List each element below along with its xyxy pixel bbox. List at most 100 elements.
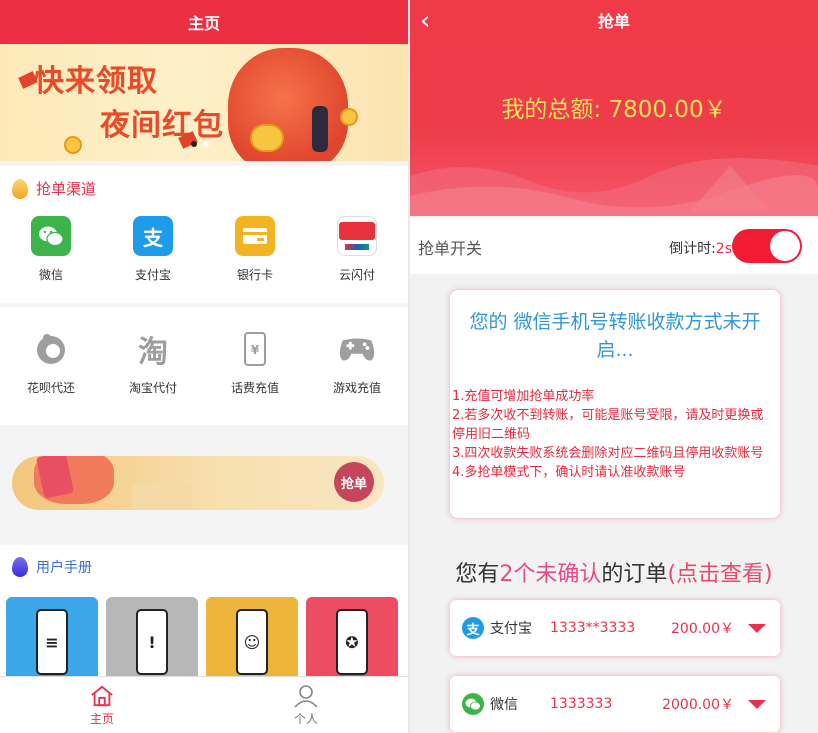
channels-title: 抢单渠道 xyxy=(36,180,97,198)
promo-banner[interactable]: 快来领取 夜间红包 xyxy=(0,44,408,161)
page-title: 主页 xyxy=(187,14,220,33)
grab-toggle[interactable] xyxy=(732,229,802,263)
view-orders-link[interactable]: (点击查看) xyxy=(667,562,772,587)
notice-rule: 4.多抢单模式下，确认时请认准收款账号 xyxy=(452,465,686,480)
order-row[interactable]: 支 支付宝 1333**3333 200.00￥ xyxy=(450,600,780,656)
manual-card[interactable]: ! xyxy=(106,597,198,687)
lucky-bag-icon xyxy=(228,48,348,161)
alert-phone-icon: ! xyxy=(136,609,168,675)
flame-icon xyxy=(12,557,28,577)
orders-status: 未确认 xyxy=(535,562,602,587)
service-taobao[interactable]: 淘 淘宝代付 xyxy=(102,329,204,396)
countdown-value: 2s xyxy=(715,241,732,257)
banner-line-1: 快来领取 xyxy=(34,64,158,99)
banner-line-2: 夜间红包 xyxy=(100,108,224,143)
wechat-icon xyxy=(462,693,484,715)
user-icon xyxy=(294,684,318,708)
service-label: 花呗代还 xyxy=(26,381,75,395)
channel-label: 微信 xyxy=(38,268,63,282)
gold-ingot-icon xyxy=(250,124,284,152)
notice-rule: 3.四次收款失败系统会删除对应二维码且停用收款账号 xyxy=(452,446,764,461)
manual-card[interactable]: ≡ xyxy=(6,597,98,687)
manual-header: 用户手册 xyxy=(12,557,92,577)
notice-rule: 2.若多次收不到转账，可能是账号受限，请及时更换或停用旧二维码 xyxy=(452,408,764,442)
manual-section: 用户手册 ≡ ! ☺ ✪ xyxy=(0,545,408,687)
total-amount: 我的总额: 7800.00￥ xyxy=(501,97,727,123)
coin-icon xyxy=(340,108,358,126)
bank-card-icon xyxy=(235,216,275,256)
taobao-icon: 淘 xyxy=(138,335,168,370)
expand-caret-icon[interactable] xyxy=(748,699,766,709)
countdown: 倒计时:2s xyxy=(669,238,732,258)
notice-rule: 1.充值可增加抢单成功率 xyxy=(452,389,595,404)
manual-card[interactable]: ☺ xyxy=(206,597,298,687)
channel-bank-card[interactable]: 银行卡 xyxy=(204,216,306,283)
alipay-icon: 支 xyxy=(133,216,173,256)
tab-profile[interactable]: 个人 xyxy=(204,677,408,733)
notice-card: 您的 微信手机号转账收款方式未开启... 1.充值可增加抢单成功率 2.若多次收… xyxy=(450,290,780,518)
grab-promo-banner[interactable]: 抢单 xyxy=(12,456,384,510)
channel-alipay[interactable]: 支 支付宝 xyxy=(102,216,204,283)
tab-home[interactable]: 主页 xyxy=(0,677,204,733)
person-figure xyxy=(312,106,328,152)
grab-switch-row: 抢单开关 倒计时:2s xyxy=(410,218,818,274)
service-label: 淘宝代付 xyxy=(128,381,177,395)
tab-home-label: 主页 xyxy=(89,711,114,726)
service-game[interactable]: 游戏充值 xyxy=(306,329,408,396)
order-amount: 2000.00￥ xyxy=(662,697,734,713)
alipay-icon: 支 xyxy=(462,617,484,639)
grab-header: ‹ 抢单 我的总额: 7800.00￥ xyxy=(410,0,818,216)
buildings-illustration xyxy=(132,484,192,510)
manual-card[interactable]: ✪ xyxy=(306,597,398,687)
order-account: 1333333 xyxy=(550,696,613,712)
users-phone-icon: ☺ xyxy=(236,609,268,675)
orders-summary: 您有2个未确认的订单(点击查看) xyxy=(410,556,818,588)
orders-count: 2个 xyxy=(499,562,536,587)
document-phone-icon: ≡ xyxy=(36,609,68,675)
tab-bar: 主页 个人 xyxy=(0,676,408,733)
orders-summary-pre: 您有 xyxy=(455,562,500,587)
wave-decoration xyxy=(410,158,818,216)
channel-label: 银行卡 xyxy=(236,268,273,282)
countdown-label: 倒计时: xyxy=(669,241,716,257)
order-account: 1333**3333 xyxy=(550,620,636,636)
carousel-dot[interactable] xyxy=(203,141,209,147)
svg-text:¥: ¥ xyxy=(251,343,260,357)
order-method: 微信 xyxy=(490,697,518,713)
order-row[interactable]: 微信 1333333 2000.00￥ xyxy=(450,676,780,732)
channel-label: 云闪付 xyxy=(338,268,375,282)
tab-profile-label: 个人 xyxy=(293,711,318,726)
back-arrow-icon[interactable]: ‹ xyxy=(420,6,430,36)
grab-order-button[interactable]: 抢单 xyxy=(334,462,374,502)
notice-heading: 您的 微信手机号转账收款方式未开启... xyxy=(469,311,761,361)
unionpay-quickpass-icon xyxy=(337,216,377,256)
coin-icon xyxy=(64,136,82,154)
huabei-icon xyxy=(31,329,71,369)
badge-phone-icon: ✪ xyxy=(336,609,368,675)
orders-summary-post: 的订单 xyxy=(601,562,668,587)
order-method: 支付宝 xyxy=(490,621,532,637)
manual-title: 用户手册 xyxy=(36,560,92,576)
expand-caret-icon[interactable] xyxy=(748,623,766,633)
services-section: 花呗代还 淘 淘宝代付 ¥ 话费充值 游戏充值 xyxy=(0,307,408,425)
channel-label: 支付宝 xyxy=(134,268,171,282)
channel-unionpay[interactable]: 云闪付 xyxy=(306,216,408,283)
service-phone-recharge[interactable]: ¥ 话费充值 xyxy=(204,329,306,396)
page-title: 抢单 xyxy=(597,12,630,31)
toggle-knob xyxy=(770,231,800,261)
wechat-icon xyxy=(31,216,71,256)
flame-icon xyxy=(12,178,28,199)
gamepad-icon xyxy=(337,329,377,369)
carousel-dot-active[interactable] xyxy=(191,141,197,147)
channels-header: 抢单渠道 xyxy=(12,178,96,199)
channel-wechat[interactable]: 微信 xyxy=(0,216,102,283)
grab-title-bar: ‹ 抢单 xyxy=(410,0,818,40)
channels-section: 抢单渠道 微信 支 支付宝 银行卡 云闪付 xyxy=(0,166,408,303)
notice-rules: 1.充值可增加抢单成功率 2.若多次收不到转账，可能是账号受限，请及时更换或停用… xyxy=(452,387,774,482)
service-label: 话费充值 xyxy=(230,381,279,395)
grab-screen: ‹ 抢单 我的总额: 7800.00￥ 抢单开关 倒计时:2s 您的 微信手机号… xyxy=(410,0,818,733)
service-huabei[interactable]: 花呗代还 xyxy=(0,329,102,396)
home-header: 主页 xyxy=(0,0,408,44)
order-amount: 200.00￥ xyxy=(671,621,734,637)
switch-label: 抢单开关 xyxy=(418,239,483,258)
